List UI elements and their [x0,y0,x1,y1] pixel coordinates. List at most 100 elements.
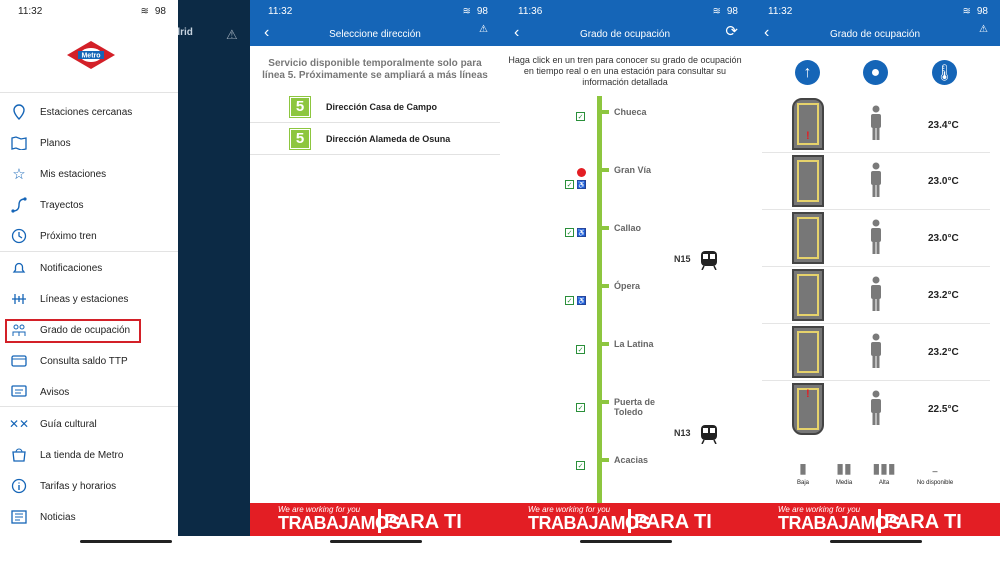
alert-icon: ! [806,388,810,400]
train-car-3[interactable] [792,212,824,264]
legend-dash: – [932,466,938,476]
menu-item-noticias[interactable]: Noticias [0,503,178,531]
station-name: Puerta de Toledo [614,397,656,417]
status-time: 11:32 [268,5,293,17]
train-car-6[interactable]: ! [792,383,824,435]
menu-item-estaciones-cercanas[interactable]: Estaciones cercanas [0,98,178,126]
wifi-icon: ≋ [462,5,471,17]
location-pin-icon [10,103,28,121]
person-icon: ● [863,60,888,85]
temperature-value: 23.4°C [928,120,959,131]
line-badge: 5 [289,95,311,118]
page-title: Grado de ocupación [829,28,921,40]
legend-no-disponible: – No disponible [912,460,958,486]
train-car-2[interactable] [792,155,824,207]
status-time: 11:36 [518,5,543,17]
station-name: Callao [614,223,642,233]
legend-label: No disponible [916,480,954,486]
direction-row[interactable]: 5 Dirección Alameda de Osuna [250,123,500,155]
back-button[interactable]: ‹ [264,24,269,42]
line-badge: 5 [289,127,311,150]
station-acacias[interactable]: Acacias ✓ [500,455,750,470]
car-window [797,160,819,202]
station-tick [597,110,609,114]
ticket-icon: ✓ [565,228,574,237]
station-name: Gran Vía [614,165,652,175]
accessibility-icon: ♿ [577,180,586,189]
temperature-value: 23.0°C [928,233,959,244]
ticket-icon: ✓ [565,180,574,189]
station-tick [597,458,609,462]
train-car-5[interactable] [792,326,824,378]
train-label: N15 [674,254,691,264]
map-icon [10,134,28,152]
menu-item-tienda[interactable]: La tienda de Metro [0,441,178,469]
station-tick [597,168,609,172]
menu-label: Estaciones cercanas [40,106,133,118]
train-car-1[interactable]: ! [792,98,824,150]
car-window [797,274,819,316]
station-name: Ópera [614,281,641,291]
car-window [797,331,819,373]
navigation-drawer: 11:32 ≋ 98 Metro Estaciones cercanas Plano… [0,0,178,536]
station-tick [597,400,609,404]
temperature-value: 23.2°C [928,290,959,301]
banner-separator [378,509,381,533]
menu-label: Consulta saldo TTP [40,355,128,367]
menu-divider [0,92,178,93]
legend-label: Media [835,480,853,486]
wifi-icon: ≋ [140,5,149,17]
menu-item-lineas-estaciones[interactable]: Líneas y estaciones [0,285,178,313]
status-time: 11:32 [768,5,793,17]
station-la-latina[interactable]: La Latina ✓ [500,339,750,354]
train-n15[interactable]: N15 [674,250,718,271]
legend-media: ▮▮ Media [829,460,859,486]
person-occupancy-icon [871,105,881,140]
menu-item-tarifas[interactable]: Tarifas y horarios [0,472,178,500]
page-title: Seleccione dirección [329,28,421,40]
menu-item-guia-cultural[interactable]: ✕✕ Guía cultural [0,410,178,438]
menu-item-mis-estaciones[interactable]: ☆ Mis estaciones [0,160,178,188]
refresh-icon[interactable]: ⟳ [725,22,738,40]
menu-divider [0,406,178,407]
menu-item-trayectos[interactable]: Trayectos [0,191,178,219]
direction-row[interactable]: 5 Dirección Casa de Campo [250,91,500,123]
station-puerta-toledo[interactable]: Puerta de Toledo ✓ [500,397,750,419]
warning-icon[interactable]: ⚠ [479,24,488,35]
train-car-4[interactable] [792,269,824,321]
thermometer-icon: 🌡 [932,60,957,85]
ticket-icon: ✓ [576,112,585,121]
line-track [597,96,602,504]
menu-label: Planos [40,137,71,149]
train-icon [701,251,717,271]
gesture-bar [580,540,672,543]
menu-item-avisos[interactable]: Avisos [0,378,178,406]
menu-label: Próximo tren [40,230,97,242]
promo-banner: We are working for you TRABAJAMOS PARA TI [750,503,1000,536]
status-time: 11:32 [18,5,43,17]
station-opera[interactable]: Ópera ✓ ♿ [500,281,750,305]
menu-label: Noticias [40,511,76,523]
highlight-box [5,319,141,343]
station-gran-via[interactable]: Gran Vía ✓ ♿ [500,165,750,189]
star-icon: ☆ [12,166,26,183]
legend-baja: ▮ Baja [788,460,818,486]
banner-big: TRABAJAMOS [528,513,651,533]
menu-divider [0,251,178,252]
back-button[interactable]: ‹ [514,24,519,42]
gesture-bar [80,540,172,543]
menu-item-consulta-saldo[interactable]: Consulta saldo TTP [0,347,178,375]
menu-item-notificaciones[interactable]: Notificaciones [0,254,178,282]
back-button[interactable]: ‹ [764,24,769,42]
menu-item-proximo-tren[interactable]: Próximo tren [0,222,178,250]
banner-big: TRABAJAMOS [278,513,401,533]
person-occupancy-icon [871,219,881,254]
status-bar: 11:32 ≋ 98 [0,0,178,22]
train-n13[interactable]: N13 [674,424,718,445]
menu-item-planos[interactable]: Planos [0,129,178,157]
station-chueca[interactable]: Chueca ✓ [500,107,750,121]
warning-icon[interactable]: ⚠ [979,24,988,35]
station-tick [597,284,609,288]
drawer-backdrop[interactable]: drid ⚠ [174,0,250,536]
station-callao[interactable]: Callao ✓ ♿ [500,223,750,237]
